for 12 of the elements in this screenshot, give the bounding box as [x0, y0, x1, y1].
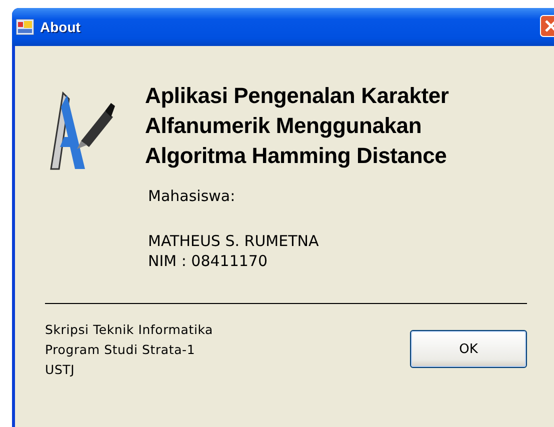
app-title-line: Algoritma Hamming Distance: [145, 142, 448, 170]
footer-text: Skripsi Teknik Informatika: [45, 321, 213, 339]
app-title-line: Aplikasi Pengenalan Karakter: [145, 82, 449, 110]
window-title: About: [40, 19, 80, 35]
student-label: Mahasiswa:: [148, 187, 236, 205]
student-id: NIM : 08411170: [148, 251, 269, 271]
app-title-line: Alfanumerik Menggunakan: [145, 112, 423, 140]
footer-text: Program Studi Strata-1: [45, 341, 196, 359]
app-icon: [16, 19, 34, 35]
student-name: MATHEUS S. RUMETNA: [148, 231, 320, 251]
footer-text: USTJ: [45, 361, 76, 379]
ok-button[interactable]: OK: [410, 330, 527, 368]
